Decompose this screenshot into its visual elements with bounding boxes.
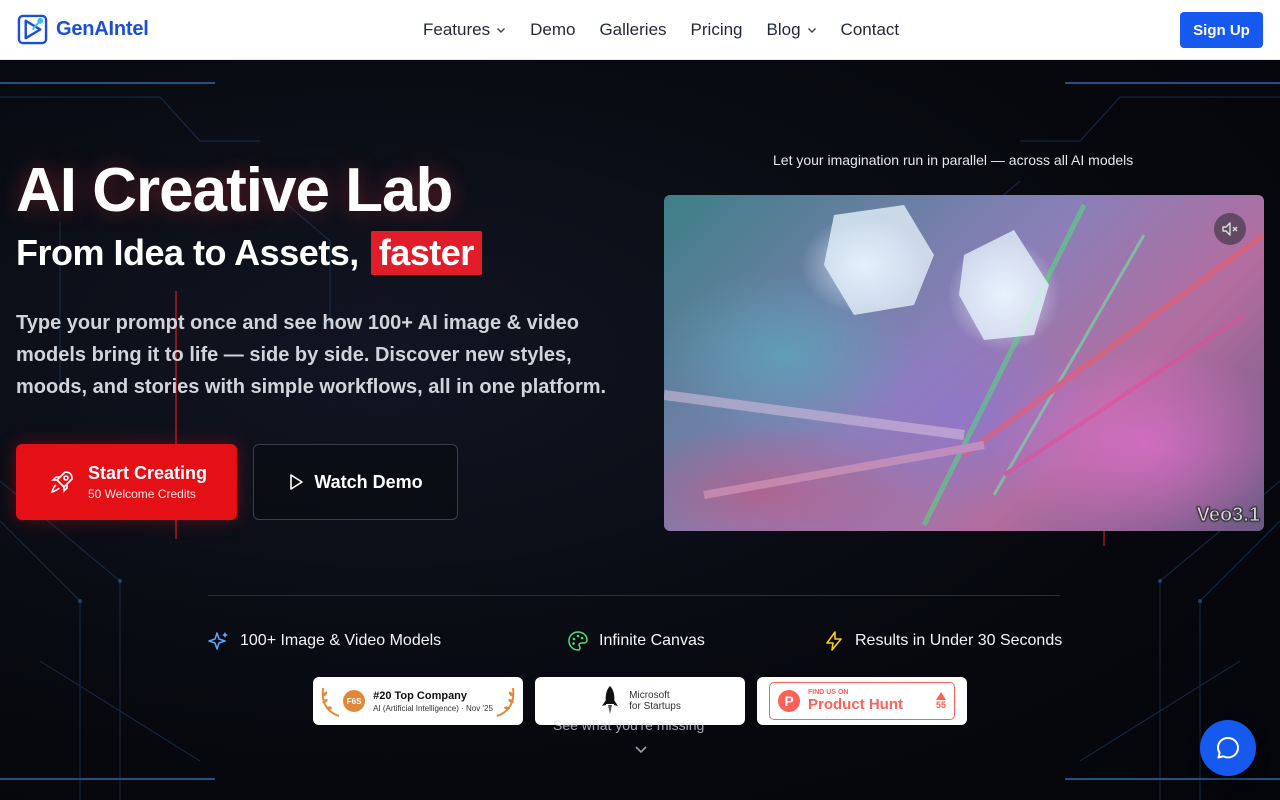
- hero-subtitle: From Idea to Assets, faster: [16, 231, 482, 275]
- start-creating-button[interactable]: Start Creating 50 Welcome Credits: [16, 444, 237, 520]
- main-menu: Features Demo Galleries Pricing Blog Con…: [423, 0, 911, 60]
- nav-item-contact[interactable]: Contact: [829, 0, 912, 60]
- hero-subtitle-text: From Idea to Assets,: [16, 232, 359, 273]
- logo-play-icon: [17, 14, 48, 45]
- nav-item-features[interactable]: Features: [423, 0, 518, 60]
- producthunt-badge-frame: P FIND US ON Product Hunt 55: [769, 682, 955, 720]
- watch-demo-label: Watch Demo: [314, 471, 423, 492]
- brand-logo[interactable]: GenAIntel: [17, 14, 149, 45]
- f6s-logo: F6S: [343, 690, 366, 712]
- nav-item-label: Galleries: [599, 20, 667, 39]
- nav-item-blog[interactable]: Blog: [755, 0, 829, 60]
- feature-label: 100+ Image & Video Models: [240, 632, 442, 649]
- feature-speed: Results in Under 30 Seconds: [823, 630, 1062, 652]
- microsoft-line2: for Startups: [629, 701, 681, 712]
- nav-item-label: Demo: [530, 20, 576, 39]
- watch-demo-button[interactable]: Watch Demo: [253, 444, 458, 520]
- nav-item-demo[interactable]: Demo: [518, 0, 587, 60]
- rocket-logo-icon: [602, 686, 619, 714]
- chevron-down-icon[interactable]: [634, 745, 648, 755]
- hero-subtitle-highlight: faster: [370, 231, 482, 275]
- producthunt-small-label: FIND US ON: [808, 689, 849, 696]
- features-divider: [208, 595, 1060, 596]
- microsoft-line1: Microsoft: [629, 690, 670, 701]
- hero-tagline: Let your imagination run in parallel — a…: [773, 152, 1134, 168]
- feature-label: Infinite Canvas: [599, 632, 705, 649]
- nav-item-galleries[interactable]: Galleries: [587, 0, 678, 60]
- nav-item-label: Blog: [766, 20, 801, 39]
- hero-title: AI Creative Lab: [16, 156, 453, 225]
- chevron-down-icon: [807, 28, 816, 33]
- hero-description: Type your prompt once and see how 100+ A…: [16, 312, 607, 398]
- feature-models: 100+ Image & Video Models: [208, 630, 441, 652]
- lightning-icon: [826, 631, 842, 651]
- scroll-hint: See what you're missing: [553, 717, 705, 733]
- mute-button[interactable]: [1214, 213, 1246, 245]
- chevron-down-icon: [497, 28, 506, 33]
- feature-label: Results in Under 30 Seconds: [855, 632, 1063, 649]
- rocket-icon: [50, 471, 73, 494]
- upvote-triangle-icon: [935, 692, 946, 700]
- f6s-title: #20 Top Company: [373, 689, 468, 702]
- video-model-label: Veo3.1: [1196, 504, 1260, 527]
- nav-item-label: Contact: [840, 20, 900, 39]
- palette-icon: [568, 631, 588, 651]
- start-creating-text: Start Creating 50 Welcome Credits: [88, 463, 207, 501]
- welcome-credits-label: 50 Welcome Credits: [88, 487, 196, 501]
- demo-video-player[interactable]: Veo3.1: [664, 195, 1264, 531]
- video-frame: [664, 203, 1264, 527]
- signup-button[interactable]: Sign Up: [1180, 12, 1263, 48]
- producthunt-vote-count: 55: [935, 700, 946, 710]
- nav-item-pricing[interactable]: Pricing: [679, 0, 755, 60]
- sparkles-icon: [208, 632, 228, 650]
- feature-canvas: Infinite Canvas: [567, 630, 705, 652]
- producthunt-badge[interactable]: P FIND US ON Product Hunt 55: [757, 677, 967, 725]
- f6s-detail: AI (Artificial Intelligence) · Nov '25: [373, 703, 493, 713]
- start-creating-label: Start Creating: [88, 463, 208, 483]
- producthunt-logo: P: [778, 690, 800, 712]
- brand-name: GenAIntel: [56, 18, 149, 40]
- microsoft-badge-content: Microsoft for Startups: [599, 684, 681, 718]
- nav-item-label: Features: [423, 20, 491, 39]
- play-icon: [290, 474, 304, 490]
- producthunt-label: Product Hunt: [808, 696, 903, 713]
- producthunt-votes: 55: [935, 692, 946, 710]
- laurel-right-icon: [496, 687, 515, 717]
- chat-bubble-icon: [1217, 737, 1239, 759]
- f6s-badge[interactable]: F6S #20 Top Company AI (Artificial Intel…: [313, 677, 523, 725]
- nav-item-label: Pricing: [690, 20, 743, 39]
- top-navbar: GenAIntel Features Demo Galleries Pricin…: [0, 0, 1280, 60]
- chat-widget-button[interactable]: [1200, 720, 1256, 776]
- volume-muted-icon: [1222, 222, 1238, 236]
- f6s-badge-content: F6S #20 Top Company AI (Artificial Intel…: [343, 690, 493, 713]
- laurel-left-icon: [321, 687, 340, 717]
